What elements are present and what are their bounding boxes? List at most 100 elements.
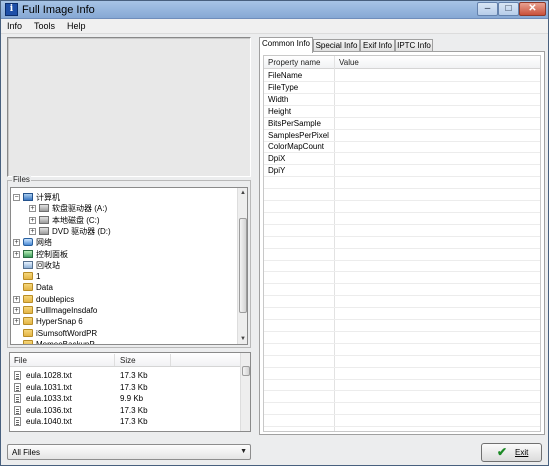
file-name: eula.1028.txt: [26, 371, 72, 380]
property-row[interactable]: FileType: [264, 82, 540, 94]
file-list-header: File Size: [10, 353, 241, 367]
title-bar[interactable]: i Full Image Info ‒ □ ✕: [1, 1, 548, 19]
expand-icon[interactable]: +: [13, 295, 20, 303]
minimize-button[interactable]: ‒: [477, 2, 498, 16]
folder-icon: [23, 317, 33, 326]
empty-grid-row: [264, 272, 540, 285]
tree-item[interactable]: MemeoBackupP: [11, 339, 237, 344]
tree-scroll-thumb[interactable]: [239, 218, 247, 313]
tree-item[interactable]: + FullImageInsdafo: [11, 305, 237, 316]
file-filter-select[interactable]: All Files ▼: [7, 444, 251, 460]
property-name: Width: [268, 94, 289, 104]
file-size: 17.3 Kb: [120, 382, 148, 392]
file-name: eula.1031.txt: [26, 382, 72, 392]
property-row[interactable]: DpiY: [264, 165, 540, 178]
maximize-button[interactable]: □: [498, 2, 519, 16]
info-tabs: Common Info Special Info Exif Info IPTC Inf…: [259, 37, 549, 53]
collapse-icon[interactable]: −: [13, 194, 20, 201]
expand-icon[interactable]: +: [29, 216, 36, 224]
file-list-scroll-thumb[interactable]: [242, 366, 250, 376]
empty-grid-row: [264, 356, 540, 368]
property-row[interactable]: ColorMapCount: [264, 141, 540, 154]
property-name: DpiY: [268, 166, 286, 176]
column-header-value[interactable]: Value: [334, 56, 540, 69]
column-header-size[interactable]: Size: [120, 356, 136, 365]
menu-tools[interactable]: Tools: [32, 20, 57, 32]
property-row[interactable]: FileName: [264, 70, 540, 82]
empty-grid-row: [264, 368, 540, 380]
file-list-scrollbar[interactable]: [240, 353, 250, 431]
chevron-down-icon: ▼: [240, 448, 247, 455]
expand-icon[interactable]: +: [13, 318, 20, 326]
tree-item-label: 软盘驱动器 (A:): [52, 204, 108, 214]
expand-icon[interactable]: +: [13, 250, 20, 258]
empty-grid-row: [264, 225, 540, 237]
file-list[interactable]: File Size eula.1028.txt 17.3 Kb eula.1031.…: [9, 352, 251, 432]
expand-icon[interactable]: +: [29, 205, 36, 213]
property-row[interactable]: BitsPerSample: [264, 118, 540, 130]
empty-grid-row: [264, 284, 540, 297]
property-grid[interactable]: Property name Value FileName FileType Widt…: [263, 55, 541, 432]
file-filter-value: All Files: [12, 448, 41, 457]
tree-item[interactable]: + 网络: [11, 237, 237, 248]
tree-item[interactable]: Data: [11, 282, 237, 293]
tree-item[interactable]: + doublepics: [11, 294, 237, 305]
file-name: eula.1040.txt: [26, 417, 72, 427]
property-name: SamplesPerPixel: [268, 130, 329, 140]
text-file-icon: [14, 371, 21, 380]
file-row[interactable]: eula.1028.txt 17.3 Kb: [10, 370, 241, 381]
expand-icon[interactable]: +: [13, 239, 20, 247]
tree-item-label: 计算机: [36, 193, 60, 202]
expand-icon[interactable]: +: [13, 307, 20, 314]
folder-tree[interactable]: − 计算机 + 软盘驱动器 (A:) + 本地磁盘 (C:) + DVD 驱动器 (D:) + 网…: [10, 187, 248, 345]
tree-item[interactable]: + 控制面板: [11, 249, 237, 260]
tree-scrollbar[interactable]: ▲ ▼: [237, 188, 247, 344]
drive-icon: [39, 204, 49, 213]
tab-common-info[interactable]: Common Info: [259, 37, 313, 53]
property-name: Height: [268, 106, 292, 116]
window-title: Full Image Info: [22, 4, 95, 16]
scroll-up-icon[interactable]: ▲: [239, 189, 247, 197]
empty-grid-row: [264, 201, 540, 213]
tree-item-label: 本地磁盘 (C:): [52, 215, 100, 225]
tree-item[interactable]: − 计算机: [11, 192, 237, 203]
property-row[interactable]: SamplesPerPixel: [264, 130, 540, 142]
exit-button[interactable]: ✔ Exit: [481, 443, 542, 462]
empty-grid-row: [264, 379, 540, 392]
drive-icon: [39, 215, 49, 224]
folder-icon: [23, 294, 33, 303]
scroll-down-icon[interactable]: ▼: [239, 335, 247, 343]
menu-help[interactable]: Help: [65, 20, 88, 32]
expand-icon[interactable]: +: [29, 227, 36, 235]
column-header-property-name[interactable]: Property name: [264, 56, 334, 69]
file-row[interactable]: eula.1040.txt 17.3 Kb: [10, 416, 241, 427]
file-name: eula.1033.txt: [26, 394, 72, 404]
tree-item[interactable]: iSumsoftWordPR: [11, 328, 237, 339]
empty-grid-row: [264, 403, 540, 416]
file-row[interactable]: eula.1031.txt 17.3 Kb: [10, 382, 241, 393]
property-name: DpiX: [268, 154, 286, 164]
folder-icon: [23, 306, 33, 314]
tree-item[interactable]: + HyperSnap 6: [11, 316, 237, 327]
menu-bar: Info Tools Help: [1, 19, 548, 34]
tree-item[interactable]: + 软盘驱动器 (A:): [11, 203, 237, 214]
tree-item[interactable]: + DVD 驱动器 (D:): [11, 226, 237, 237]
empty-grid-row: [264, 249, 540, 261]
property-row[interactable]: DpiX: [264, 153, 540, 166]
file-row[interactable]: eula.1033.txt 9.9 Kb: [10, 393, 241, 404]
file-size: 17.3 Kb: [120, 417, 148, 427]
tree-item[interactable]: 1: [11, 271, 237, 282]
property-name: BitsPerSample: [268, 118, 321, 128]
empty-grid-row: [264, 332, 540, 344]
tree-item-label: 回收站: [36, 260, 60, 270]
menu-info[interactable]: Info: [5, 20, 24, 32]
tree-item-label: iSumsoftWordPR: [36, 328, 98, 338]
column-header-file[interactable]: File: [14, 356, 27, 365]
property-row[interactable]: Height: [264, 106, 540, 118]
tree-item[interactable]: 回收站: [11, 260, 237, 271]
tree-item[interactable]: + 本地磁盘 (C:): [11, 215, 237, 226]
file-row[interactable]: eula.1036.txt 17.3 Kb: [10, 405, 241, 416]
close-button[interactable]: ✕: [519, 2, 546, 16]
tree-item-label: 控制面板: [36, 249, 68, 259]
property-row[interactable]: Width: [264, 94, 540, 106]
